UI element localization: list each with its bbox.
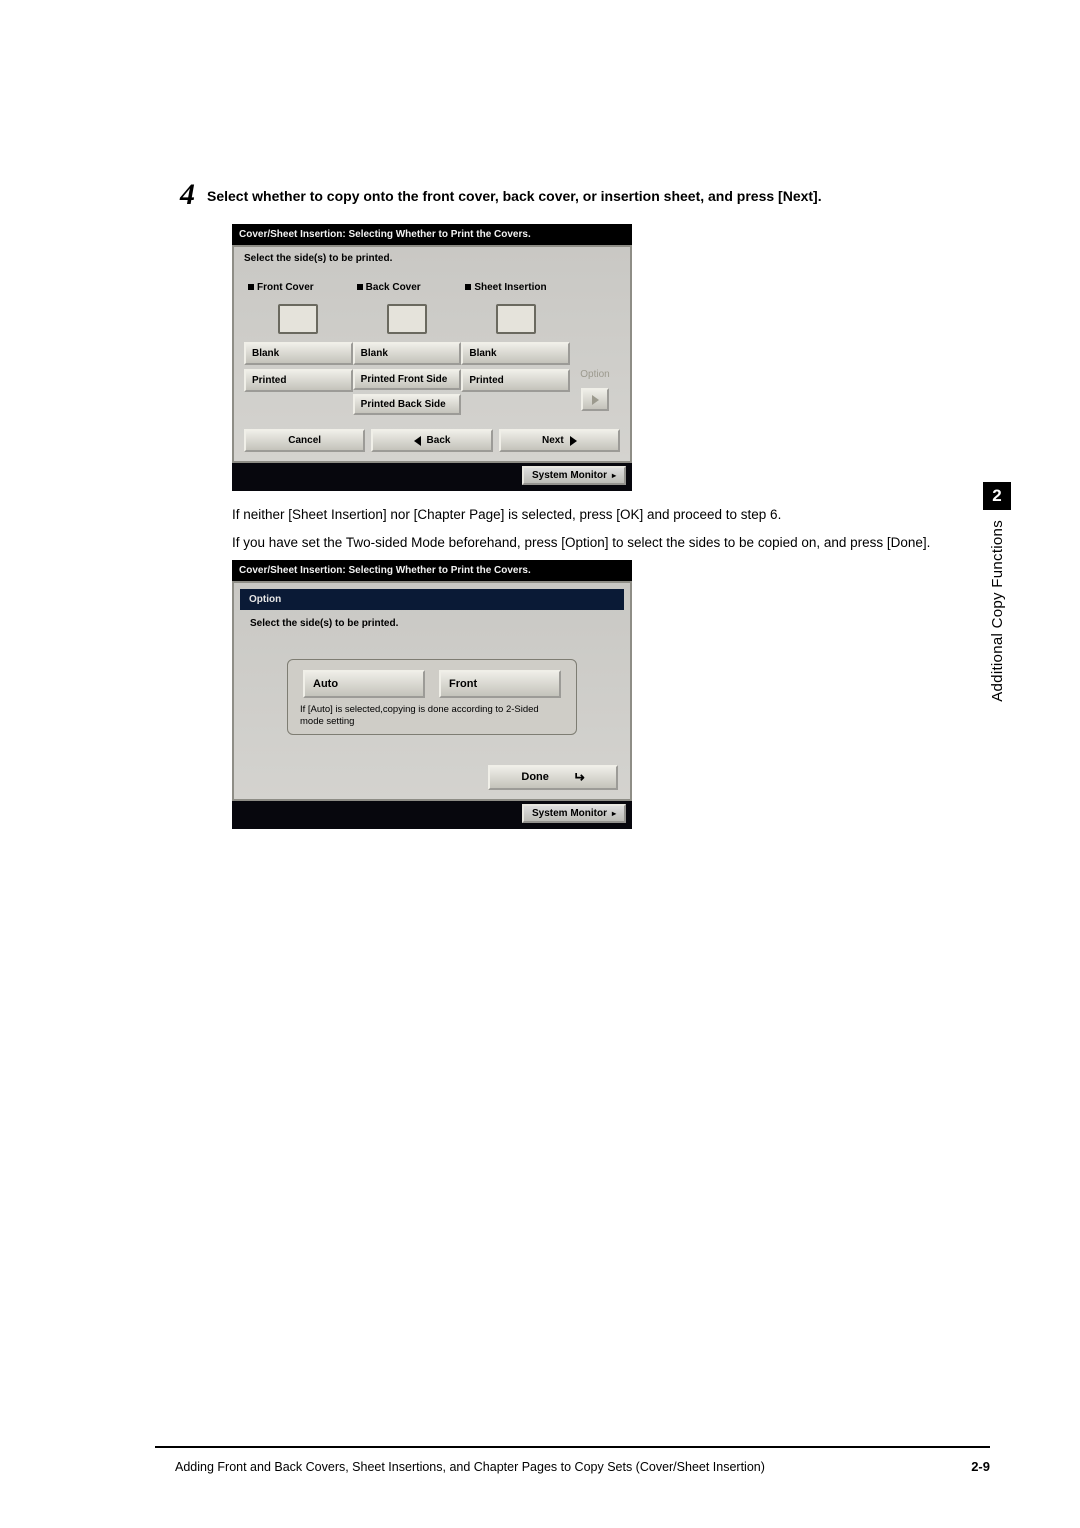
back-button[interactable]: Back (371, 429, 492, 452)
back-printed-front-button[interactable]: Printed Front Side (353, 369, 462, 390)
return-icon: ↵ (573, 769, 585, 786)
next-button[interactable]: Next (499, 429, 620, 452)
paragraph-1: If neither [Sheet Insertion] nor [Chapte… (232, 505, 985, 525)
done-button[interactable]: Done↵ (488, 765, 618, 790)
option-column: Option (570, 274, 620, 415)
col-header-sheet: Sheet Insertion (474, 282, 546, 293)
col-header-front: Front Cover (257, 282, 314, 293)
front-printed-button[interactable]: Printed (244, 369, 353, 392)
cancel-button[interactable]: Cancel (244, 429, 365, 452)
col-header-back: Back Cover (366, 282, 421, 293)
chapter-number-tab: 2 (983, 482, 1011, 510)
page-number: 2-9 (971, 1459, 990, 1474)
auto-button[interactable]: Auto (303, 670, 425, 698)
option-expand-button[interactable] (581, 388, 609, 411)
arrow-left-icon (414, 436, 421, 446)
dialog-instruction-2: Select the side(s) to be printed. (234, 610, 630, 659)
system-monitor-button[interactable]: System Monitor▸ (522, 466, 626, 485)
step-row: 4 Select whether to copy onto the front … (180, 180, 985, 210)
footer-rule (155, 1446, 990, 1448)
front-button[interactable]: Front (439, 670, 561, 698)
bullet-icon (357, 284, 363, 290)
chevron-right-icon (592, 395, 599, 405)
system-monitor-button-2[interactable]: System Monitor▸ (522, 804, 626, 823)
dialog-titlebar: Cover/Sheet Insertion: Selecting Whether… (232, 224, 632, 245)
back-printed-back-button[interactable]: Printed Back Side (353, 394, 462, 415)
dialog-titlebar-2: Cover/Sheet Insertion: Selecting Whether… (232, 560, 632, 581)
step-number: 4 (180, 180, 195, 210)
step-instruction: Select whether to copy onto the front co… (207, 186, 822, 206)
front-blank-button[interactable]: Blank (244, 342, 353, 365)
column-sheet-insertion: Sheet Insertion Blank Printed (461, 274, 570, 415)
back-cover-icon (387, 304, 427, 334)
mode-group: Auto Front If [Auto] is selected,copying… (287, 659, 577, 735)
option-label: Option (580, 369, 609, 380)
bullet-icon (248, 284, 254, 290)
footer-text: Adding Front and Back Covers, Sheet Inse… (175, 1460, 765, 1474)
sheet-printed-button[interactable]: Printed (461, 369, 570, 392)
sheet-blank-button[interactable]: Blank (461, 342, 570, 365)
option-panel-title: Option (240, 589, 624, 610)
sheet-insertion-icon (496, 304, 536, 334)
screenshot-1: Cover/Sheet Insertion: Selecting Whether… (232, 224, 985, 491)
back-blank-button[interactable]: Blank (353, 342, 462, 365)
column-back-cover: Back Cover Blank Printed Front Side Prin… (353, 274, 462, 415)
paragraph-2: If you have set the Two-sided Mode befor… (232, 533, 985, 553)
dialog-instruction: Select the side(s) to be printed. (234, 247, 630, 274)
front-cover-icon (278, 304, 318, 334)
arrow-right-icon (570, 436, 577, 446)
mode-hint: If [Auto] is selected,copying is done ac… (300, 698, 564, 728)
screenshot-2: Cover/Sheet Insertion: Selecting Whether… (232, 560, 985, 829)
side-tab: 2 Additional Copy Functions (982, 482, 1012, 702)
bullet-icon (465, 284, 471, 290)
column-front-cover: Front Cover Blank Printed (244, 274, 353, 415)
chapter-label: Additional Copy Functions (989, 520, 1006, 702)
